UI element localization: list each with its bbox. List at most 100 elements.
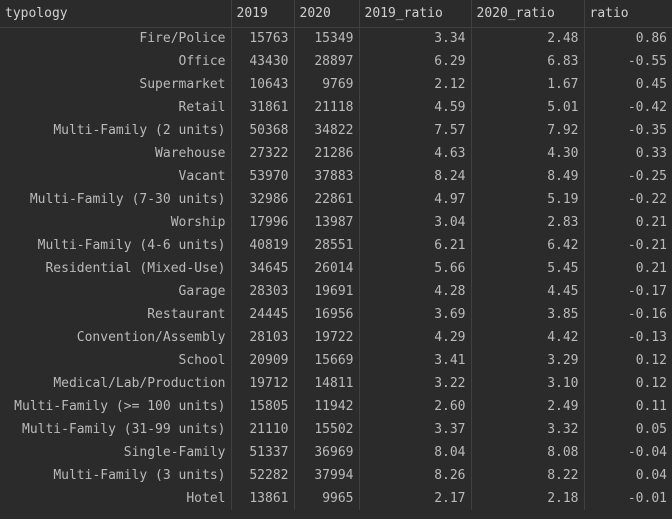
table-row[interactable]: Multi-Family (3 units) 52282 37994 8.26 8.22… xyxy=(0,464,672,487)
table-row[interactable]: Multi-Family (2 units) 50368 34822 7.57 7.92… xyxy=(0,119,672,142)
typology-cell[interactable]: Supermarket xyxy=(0,73,232,96)
count-2019-cell[interactable]: 15763 xyxy=(231,27,295,50)
table-row[interactable]: Office 43430 28897 6.29 6.83 -0.55 xyxy=(0,50,672,73)
column-header-2019-ratio[interactable]: 2019_ratio xyxy=(359,0,472,28)
count-2020-cell[interactable]: 21118 xyxy=(294,96,360,119)
ratio-cell[interactable]: -0.16 xyxy=(584,303,672,326)
ratio-cell[interactable]: -0.22 xyxy=(584,188,672,211)
table-row[interactable]: Residential (Mixed-Use) 34645 26014 5.66 5.4… xyxy=(0,257,672,280)
typology-cell[interactable]: School xyxy=(0,349,232,372)
table-row[interactable]: Fire/Police 15763 15349 3.34 2.48 0.86 xyxy=(0,27,672,50)
count-2020-cell[interactable]: 13987 xyxy=(294,211,360,234)
table-row[interactable]: Hotel 13861 9965 2.17 2.18 -0.01 xyxy=(0,487,672,510)
ratio-2020-cell[interactable]: 6.83 xyxy=(471,50,585,73)
count-2019-cell[interactable]: 52282 xyxy=(231,464,295,487)
count-2019-cell[interactable]: 10643 xyxy=(231,73,295,96)
table-row[interactable]: Single-Family 51337 36969 8.04 8.08 -0.04 xyxy=(0,441,672,464)
table-row[interactable]: Multi-Family (>= 100 units) 15805 11942 2.6… xyxy=(0,395,672,418)
ratio-2019-cell[interactable]: 8.24 xyxy=(359,165,472,188)
ratio-cell[interactable]: 0.45 xyxy=(584,73,672,96)
ratio-2020-cell[interactable]: 2.48 xyxy=(471,27,585,50)
count-2019-cell[interactable]: 20909 xyxy=(231,349,295,372)
ratio-cell[interactable]: 0.33 xyxy=(584,142,672,165)
ratio-2019-cell[interactable]: 4.28 xyxy=(359,280,472,303)
ratio-2019-cell[interactable]: 2.12 xyxy=(359,73,472,96)
table-row[interactable]: Multi-Family (4-6 units) 40819 28551 6.21 6.… xyxy=(0,234,672,257)
ratio-2020-cell[interactable]: 3.10 xyxy=(471,372,585,395)
ratio-cell[interactable]: 0.86 xyxy=(584,27,672,50)
count-2020-cell[interactable]: 16956 xyxy=(294,303,360,326)
ratio-cell[interactable]: -0.01 xyxy=(584,487,672,510)
typology-cell[interactable]: Multi-Family (4-6 units) xyxy=(0,234,232,257)
typology-cell[interactable]: Multi-Family (2 units) xyxy=(0,119,232,142)
count-2020-cell[interactable]: 37883 xyxy=(294,165,360,188)
count-2019-cell[interactable]: 15805 xyxy=(231,395,295,418)
ratio-2020-cell[interactable]: 6.42 xyxy=(471,234,585,257)
ratio-cell[interactable]: 0.21 xyxy=(584,257,672,280)
ratio-cell[interactable]: -0.21 xyxy=(584,234,672,257)
ratio-cell[interactable]: -0.04 xyxy=(584,441,672,464)
count-2019-cell[interactable]: 19712 xyxy=(231,372,295,395)
ratio-2019-cell[interactable]: 8.26 xyxy=(359,464,472,487)
table-row[interactable]: Restaurant 24445 16956 3.69 3.85 -0.16 xyxy=(0,303,672,326)
typology-cell[interactable]: Hotel xyxy=(0,487,232,510)
typology-cell[interactable]: Fire/Police xyxy=(0,27,232,50)
table-row[interactable]: Medical/Lab/Production 19712 14811 3.22 3.10… xyxy=(0,372,672,395)
table-row[interactable]: Convention/Assembly 28103 19722 4.29 4.42 -0.… xyxy=(0,326,672,349)
ratio-2020-cell[interactable]: 1.67 xyxy=(471,73,585,96)
ratio-2019-cell[interactable]: 6.21 xyxy=(359,234,472,257)
ratio-2020-cell[interactable]: 3.32 xyxy=(471,418,585,441)
typology-cell[interactable]: Multi-Family (>= 100 units) xyxy=(0,395,232,418)
ratio-2019-cell[interactable]: 2.17 xyxy=(359,487,472,510)
typology-cell[interactable]: Worship xyxy=(0,211,232,234)
ratio-2019-cell[interactable]: 4.97 xyxy=(359,188,472,211)
typology-cell[interactable]: Garage xyxy=(0,280,232,303)
ratio-2020-cell[interactable]: 3.85 xyxy=(471,303,585,326)
typology-cell[interactable]: Single-Family xyxy=(0,441,232,464)
ratio-2019-cell[interactable]: 2.60 xyxy=(359,395,472,418)
ratio-2019-cell[interactable]: 7.57 xyxy=(359,119,472,142)
ratio-2020-cell[interactable]: 2.18 xyxy=(471,487,585,510)
table-row[interactable]: School 20909 15669 3.41 3.29 0.12 xyxy=(0,349,672,372)
column-header-2020-ratio[interactable]: 2020_ratio xyxy=(471,0,585,28)
typology-cell[interactable]: Warehouse xyxy=(0,142,232,165)
ratio-2019-cell[interactable]: 3.37 xyxy=(359,418,472,441)
count-2019-cell[interactable]: 24445 xyxy=(231,303,295,326)
ratio-cell[interactable]: 0.21 xyxy=(584,211,672,234)
table-row[interactable]: Multi-Family (31-99 units) 21110 15502 3.37… xyxy=(0,418,672,441)
count-2020-cell[interactable]: 15502 xyxy=(294,418,360,441)
count-2019-cell[interactable]: 17996 xyxy=(231,211,295,234)
ratio-cell[interactable]: 0.05 xyxy=(584,418,672,441)
ratio-2019-cell[interactable]: 3.04 xyxy=(359,211,472,234)
ratio-2020-cell[interactable]: 5.19 xyxy=(471,188,585,211)
ratio-2020-cell[interactable]: 4.45 xyxy=(471,280,585,303)
count-2019-cell[interactable]: 21110 xyxy=(231,418,295,441)
count-2019-cell[interactable]: 28303 xyxy=(231,280,295,303)
ratio-cell[interactable]: 0.04 xyxy=(584,464,672,487)
count-2020-cell[interactable]: 19722 xyxy=(294,326,360,349)
count-2020-cell[interactable]: 34822 xyxy=(294,119,360,142)
column-header-2020[interactable]: 2020 xyxy=(294,0,360,28)
count-2019-cell[interactable]: 53970 xyxy=(231,165,295,188)
ratio-cell[interactable]: 0.12 xyxy=(584,349,672,372)
typology-cell[interactable]: Medical/Lab/Production xyxy=(0,372,232,395)
table-row[interactable]: Garage 28303 19691 4.28 4.45 -0.17 xyxy=(0,280,672,303)
count-2020-cell[interactable]: 22861 xyxy=(294,188,360,211)
ratio-2019-cell[interactable]: 3.22 xyxy=(359,372,472,395)
count-2020-cell[interactable]: 28897 xyxy=(294,50,360,73)
typology-cell[interactable]: Multi-Family (3 units) xyxy=(0,464,232,487)
count-2020-cell[interactable]: 9769 xyxy=(294,73,360,96)
ratio-2020-cell[interactable]: 4.42 xyxy=(471,326,585,349)
ratio-2020-cell[interactable]: 8.08 xyxy=(471,441,585,464)
count-2019-cell[interactable]: 40819 xyxy=(231,234,295,257)
ratio-2020-cell[interactable]: 5.45 xyxy=(471,257,585,280)
ratio-cell[interactable]: 0.11 xyxy=(584,395,672,418)
count-2019-cell[interactable]: 31861 xyxy=(231,96,295,119)
count-2020-cell[interactable]: 26014 xyxy=(294,257,360,280)
typology-cell[interactable]: Multi-Family (7-30 units) xyxy=(0,188,232,211)
typology-cell[interactable]: Convention/Assembly xyxy=(0,326,232,349)
ratio-cell[interactable]: -0.55 xyxy=(584,50,672,73)
ratio-2019-cell[interactable]: 5.66 xyxy=(359,257,472,280)
ratio-2020-cell[interactable]: 3.29 xyxy=(471,349,585,372)
column-header-typology[interactable]: typology xyxy=(0,0,232,28)
